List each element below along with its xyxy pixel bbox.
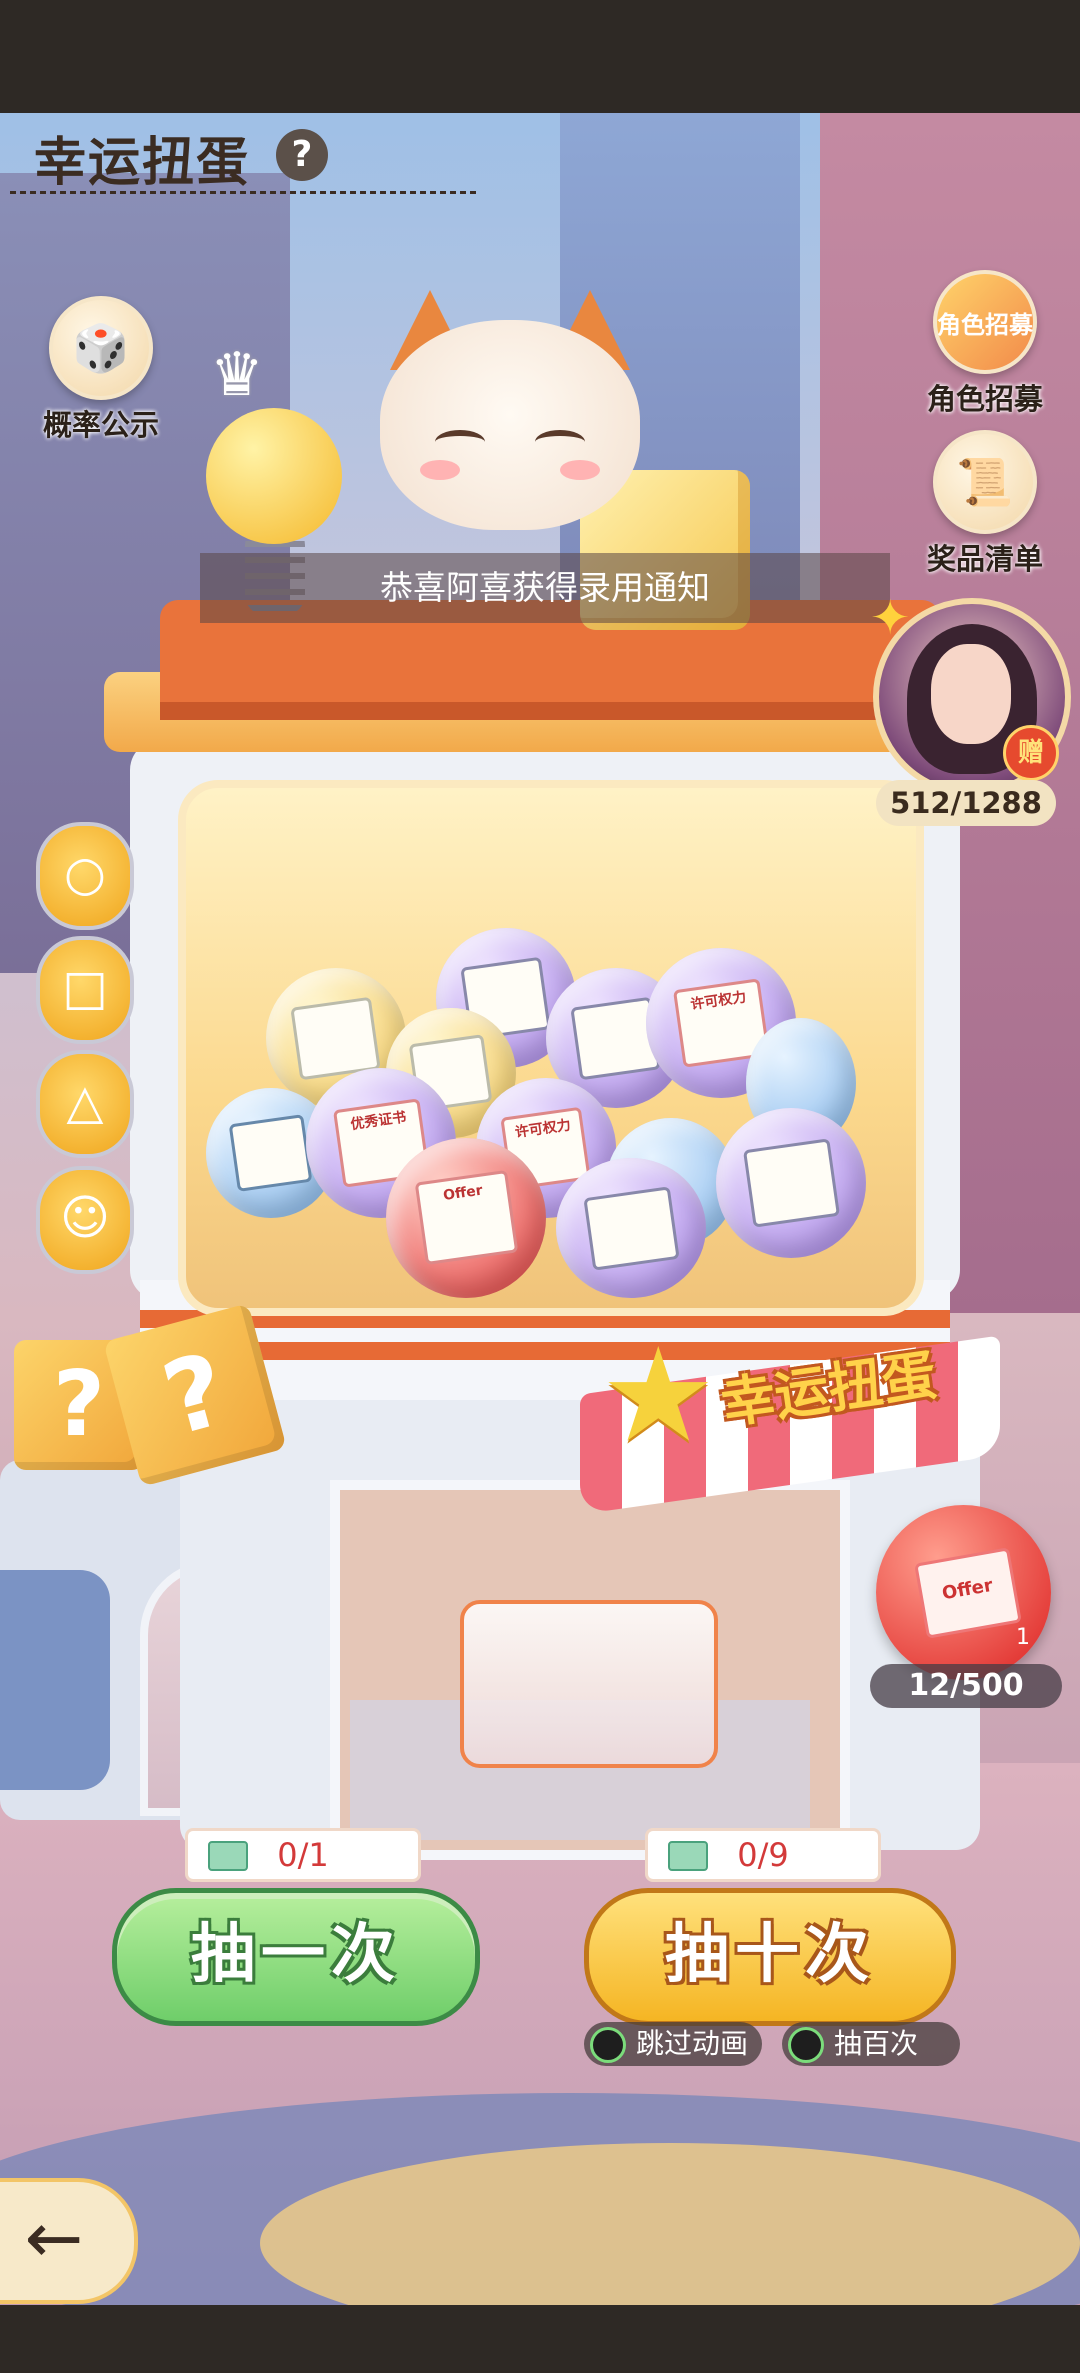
ticket-icon xyxy=(668,1841,708,1871)
draw-ten-ticket-count: 0/9 xyxy=(645,1828,881,1882)
title-divider xyxy=(10,191,480,194)
cat-eye xyxy=(435,430,485,454)
draw-once-button[interactable]: 抽一次 xyxy=(112,1888,480,2026)
gift-tag-badge: 赠 xyxy=(1003,725,1059,781)
skip-animation-label: 跳过动画 xyxy=(636,2027,749,2060)
star-icon: ★ xyxy=(600,1319,717,1471)
offer-count: 1 xyxy=(1016,1625,1030,1650)
prize-list-label: 奖品清单 xyxy=(926,542,1043,576)
capsule-clock-icon xyxy=(228,1114,314,1192)
draw-one-ticket-count: 0/1 xyxy=(185,1828,421,1882)
capsule-window[interactable]: 许可权力 优秀证书 许可权力 Offer xyxy=(178,780,924,1316)
probability-button[interactable]: 🎲 概率公示 xyxy=(36,296,166,444)
capsule-contract-icon xyxy=(290,996,382,1080)
skill-coin-triangle[interactable]: △ xyxy=(36,1050,134,1158)
role-recruit-button[interactable]: 角色招募 角色招募 xyxy=(900,270,1070,418)
prize-list-button[interactable]: 📜 奖品清单 xyxy=(900,430,1070,578)
toggle-radio xyxy=(788,2027,824,2063)
cat-blush xyxy=(560,460,600,480)
cat-mascot[interactable] xyxy=(370,290,660,590)
back-arrow-icon: ← xyxy=(24,2197,84,2279)
skip-animation-toggle[interactable]: 跳过动画 xyxy=(584,2022,762,2066)
sparkle-icon: ✦ xyxy=(870,590,911,646)
dice-icon: 🎲 xyxy=(49,296,153,400)
avatar-progress: 512/1288 xyxy=(876,780,1056,826)
avatar-face xyxy=(931,644,1011,744)
top-frame xyxy=(0,0,1080,113)
back-button[interactable]: ← xyxy=(0,2178,138,2304)
draw-ten-ticket-text: 0/9 xyxy=(737,1836,789,1874)
crown-icon: ♛ xyxy=(210,340,264,410)
capsule xyxy=(556,1158,706,1298)
draw-hundred-toggle[interactable]: 抽百次 xyxy=(782,2022,960,2066)
capsule-card-machine-icon xyxy=(582,1185,680,1271)
capsule xyxy=(716,1108,866,1258)
draw-ten-button[interactable]: 抽十次 xyxy=(584,1888,956,2026)
scroll-list-icon: 📜 xyxy=(933,430,1037,534)
draw-one-ticket-text: 0/1 xyxy=(277,1836,329,1874)
offer-progress: 12/500 xyxy=(870,1664,1062,1708)
capsule-dispenser-pedestal[interactable] xyxy=(460,1600,718,1768)
ticket-icon xyxy=(208,1841,248,1871)
recruit-card-icon: 角色招募 xyxy=(933,270,1037,374)
cat-blush xyxy=(420,460,460,480)
cat-eye xyxy=(535,430,585,454)
page-title: 幸运扭蛋 xyxy=(34,133,251,193)
capsule-card-machine-icon xyxy=(742,1138,840,1228)
probability-label: 概率公示 xyxy=(42,408,159,442)
role-recruit-label: 角色招募 xyxy=(926,382,1043,416)
win-notification: 恭喜阿喜获得录用通知 xyxy=(200,553,890,623)
capsule-offer: Offer xyxy=(386,1138,546,1298)
help-button[interactable]: ? xyxy=(276,129,328,181)
skill-coin-face[interactable]: ☺ xyxy=(36,1166,134,1274)
offer-reward-bubble[interactable]: Offer 1 xyxy=(876,1505,1051,1680)
bottom-frame xyxy=(0,2305,1080,2373)
cat-head xyxy=(380,320,640,530)
offer-card: Offer xyxy=(914,1547,1022,1639)
draw-hundred-label: 抽百次 xyxy=(834,2027,919,2060)
question-mark-panel xyxy=(0,1570,110,1790)
recruit-card-text: 角色招募 xyxy=(937,310,1033,339)
yellow-ball-lever[interactable] xyxy=(206,408,342,544)
skill-coin-square[interactable]: □ xyxy=(36,936,134,1044)
capsule-offer-card: Offer xyxy=(414,1170,518,1266)
toggle-radio xyxy=(590,2027,626,2063)
skill-coin-circle[interactable]: ○ xyxy=(36,822,134,930)
